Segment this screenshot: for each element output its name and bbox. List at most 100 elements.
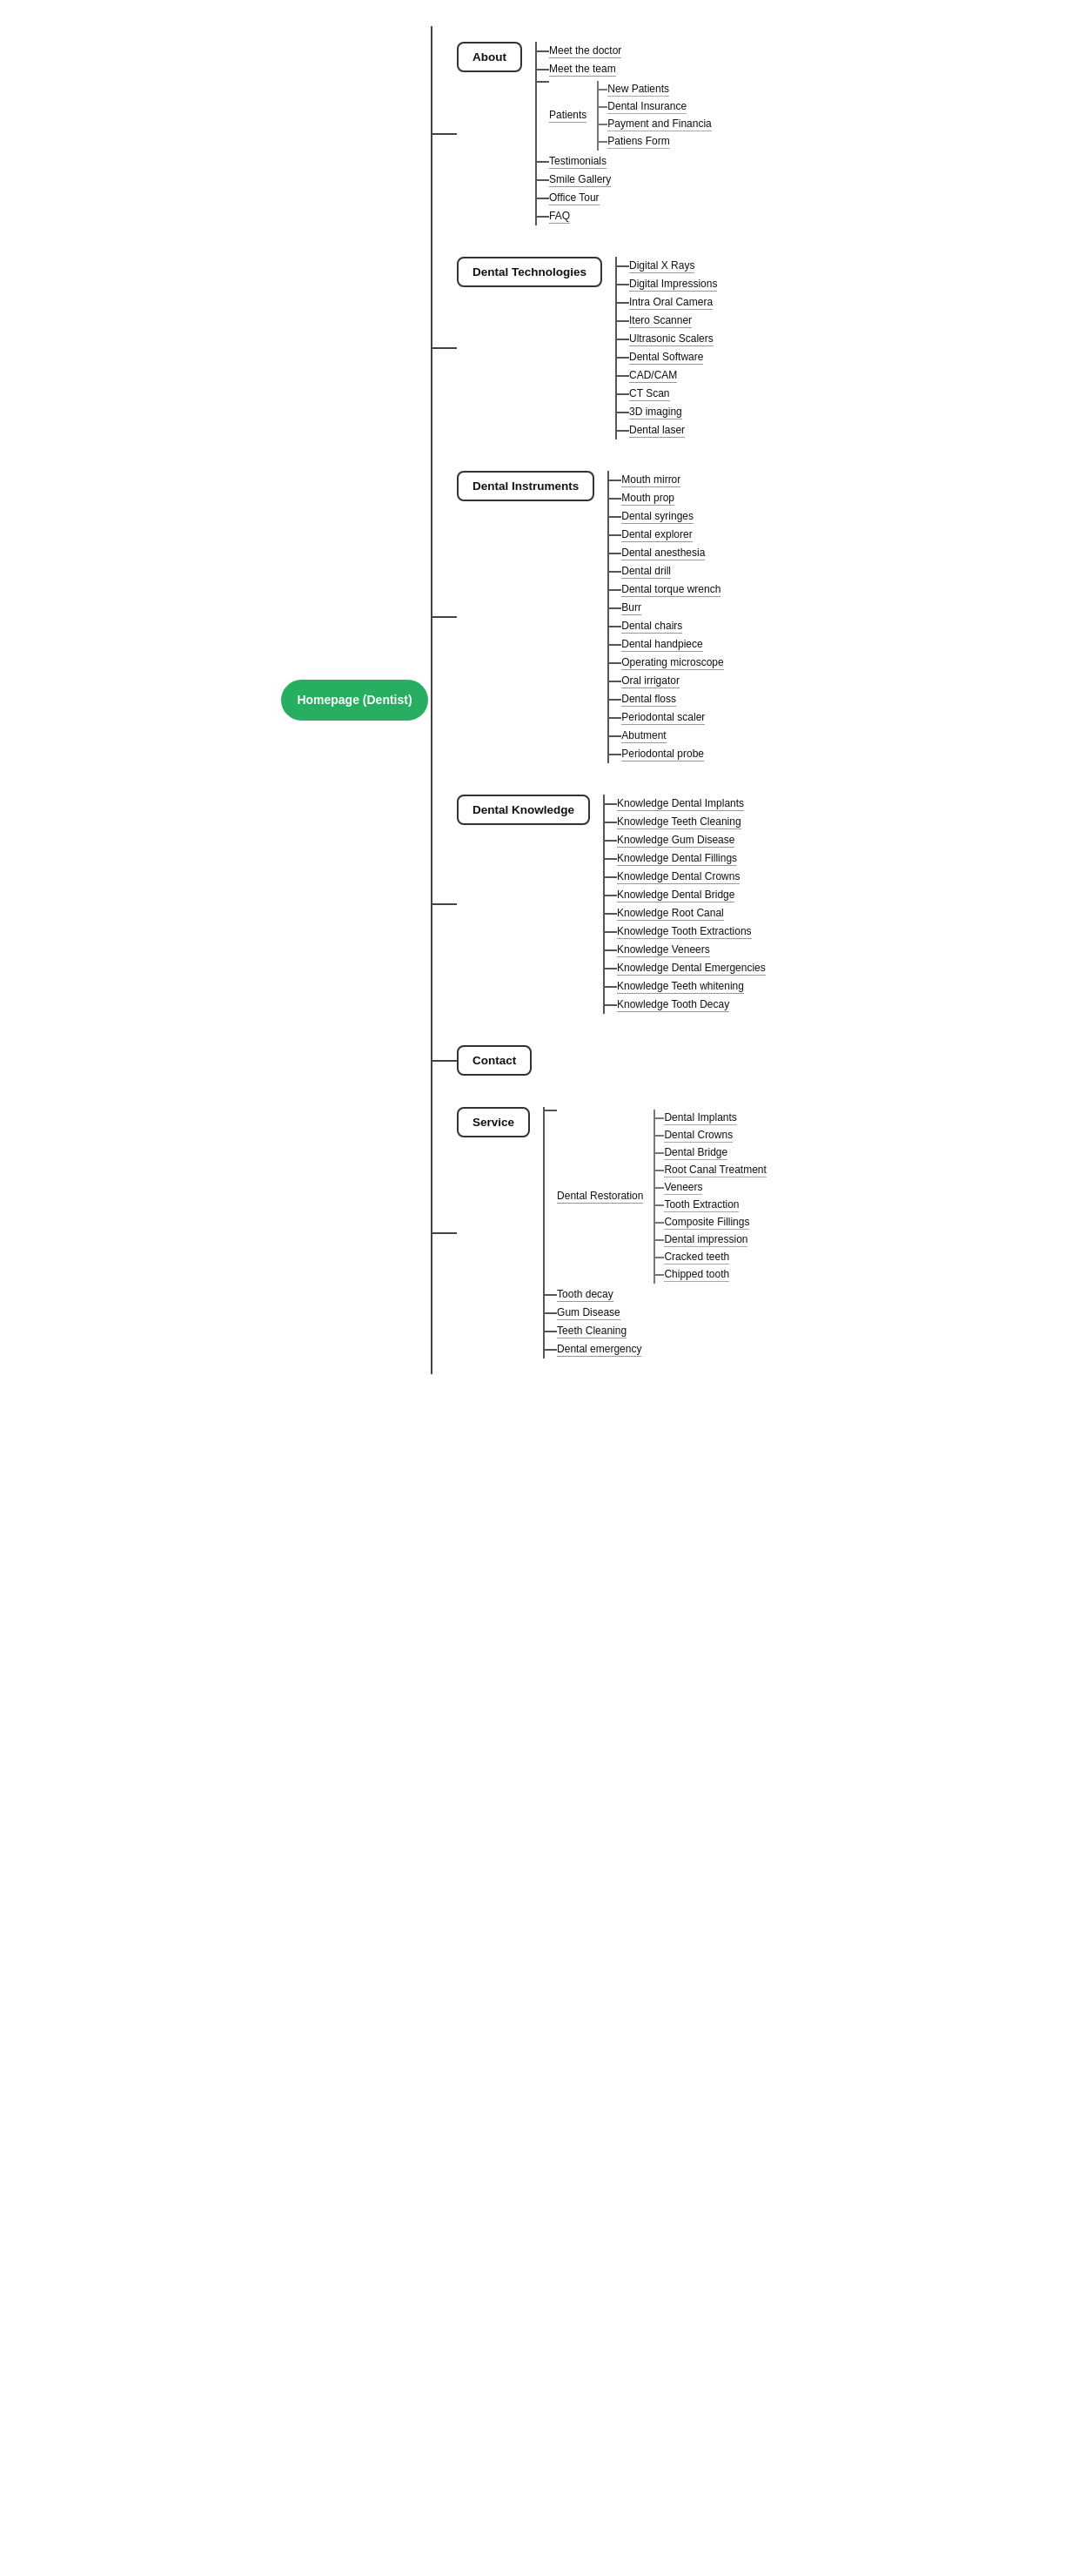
child-h-line	[607, 681, 621, 682]
child-label: Knowledge Dental Implants	[617, 797, 744, 811]
child-h-line	[615, 302, 629, 304]
child-h-line	[603, 986, 617, 988]
child-item: Tooth decay	[543, 1288, 767, 1302]
child-item: Dental laser	[615, 424, 717, 438]
child-item: Knowledge Dental Fillings	[603, 852, 766, 866]
children-v-bar	[603, 795, 605, 1014]
child-label: Knowledge Dental Fillings	[617, 852, 737, 866]
child-label: Operating microscope	[621, 656, 723, 670]
child-item: Dental chairs	[607, 620, 723, 634]
child-item: Knowledge Dental Emergencies	[603, 962, 766, 976]
section-box-dental-knowledge: Dental Knowledge	[457, 795, 590, 825]
children-v-bar	[615, 257, 617, 439]
child-label: Knowledge Tooth Extractions	[617, 925, 752, 939]
child-item: Mouth mirror	[607, 473, 723, 487]
child-h-line	[535, 81, 549, 83]
section-box-contact: Contact	[457, 1045, 532, 1076]
sub-child-label: Root Canal Treatment	[664, 1164, 766, 1177]
child-item: Dental Software	[615, 351, 717, 365]
child-label: Knowledge Dental Emergencies	[617, 962, 766, 976]
sub-section-row: PatientsNew PatientsDental InsurancePaym…	[535, 81, 712, 151]
section-h-connector	[431, 616, 457, 618]
child-item: Dental drill	[607, 565, 723, 579]
child-h-line	[603, 876, 617, 878]
child-label: Itero Scanner	[629, 314, 692, 328]
sub-child-label: Patiens Form	[607, 135, 669, 149]
sub-child-item: Dental Insurance	[597, 100, 711, 114]
child-h-line	[607, 571, 621, 573]
child-label: Dental floss	[621, 693, 676, 707]
child-label: Digital Impressions	[629, 278, 717, 292]
sub-child-label: Dental impression	[664, 1233, 747, 1247]
sub-child-label: New Patients	[607, 83, 669, 97]
child-label: FAQ	[549, 210, 570, 224]
child-item: Meet the team	[535, 63, 712, 77]
child-h-line	[607, 553, 621, 554]
child-item: Operating microscope	[607, 656, 723, 670]
root-column: Homepage (Dentist)	[278, 26, 431, 1374]
section-box-service: Service	[457, 1107, 530, 1137]
sub-child-label: Chipped tooth	[664, 1268, 729, 1282]
sub-child-item: Root Canal Treatment	[653, 1164, 766, 1177]
child-h-line	[535, 69, 549, 70]
child-h-line	[543, 1312, 557, 1314]
child-h-line	[615, 265, 629, 267]
child-item: Smile Gallery	[535, 173, 712, 187]
section-row-dental-instruments: Dental InstrumentsMouth mirrorMouth prop…	[457, 471, 801, 763]
child-item: Knowledge Teeth whitening	[603, 980, 766, 994]
child-item: 3D imaging	[615, 406, 717, 419]
child-label: Burr	[621, 601, 641, 615]
child-h-line	[543, 1110, 557, 1111]
child-item: Digital Impressions	[615, 278, 717, 292]
sub-children: New PatientsDental InsurancePayment and …	[597, 81, 711, 151]
sub-child-item: New Patients	[597, 83, 711, 97]
child-item: Burr	[607, 601, 723, 615]
child-item: Knowledge Tooth Extractions	[603, 925, 766, 939]
child-label: 3D imaging	[629, 406, 682, 419]
child-label: Meet the doctor	[549, 44, 621, 58]
child-h-line	[603, 895, 617, 896]
section-children-service: Dental RestorationDental ImplantsDental …	[543, 1107, 767, 1358]
sub-children: Dental ImplantsDental CrownsDental Bridg…	[653, 1110, 766, 1284]
child-item: Oral irrigator	[607, 674, 723, 688]
child-item: Knowledge Teeth Cleaning	[603, 815, 766, 829]
child-item: CAD/CAM	[615, 369, 717, 383]
section-row-contact: Contact	[457, 1045, 801, 1076]
child-item: Dental anesthesia	[607, 547, 723, 560]
sub-section-label: Patients	[549, 109, 586, 123]
child-label: Dental handpiece	[621, 638, 702, 652]
child-h-line	[535, 50, 549, 52]
child-h-line	[607, 480, 621, 481]
sub-child-label: Dental Bridge	[664, 1146, 727, 1160]
children-v-bar	[535, 42, 537, 225]
child-item: Meet the doctor	[535, 44, 712, 58]
sub-child-item: Veneers	[653, 1181, 766, 1195]
child-item: Knowledge Veneers	[603, 943, 766, 957]
section-row-dental-technologies: Dental TechnologiesDigital X RaysDigital…	[457, 257, 801, 439]
child-h-line	[535, 198, 549, 199]
sub-child-label: Tooth Extraction	[664, 1198, 739, 1212]
child-h-line	[607, 589, 621, 591]
child-label: Knowledge Tooth Decay	[617, 998, 729, 1012]
child-item: Ultrasonic Scalers	[615, 332, 717, 346]
child-h-line	[603, 840, 617, 842]
child-label: Office Tour	[549, 191, 600, 205]
section-h-connector	[431, 347, 457, 349]
child-h-line	[603, 913, 617, 915]
child-label: Digital X Rays	[629, 259, 694, 273]
child-h-line	[607, 626, 621, 627]
child-item: CT Scan	[615, 387, 717, 401]
child-label: Knowledge Veneers	[617, 943, 710, 957]
child-h-line	[603, 949, 617, 951]
child-h-line	[543, 1294, 557, 1296]
child-label: CT Scan	[629, 387, 669, 401]
child-label: Dental drill	[621, 565, 671, 579]
child-label: Knowledge Dental Bridge	[617, 889, 734, 902]
section-children-dental-technologies: Digital X RaysDigital ImpressionsIntra O…	[615, 257, 717, 439]
child-label: Meet the team	[549, 63, 616, 77]
child-h-line	[603, 822, 617, 823]
sub-child-item: Dental impression	[653, 1233, 766, 1247]
child-item: Knowledge Dental Crowns	[603, 870, 766, 884]
child-label: Knowledge Root Canal	[617, 907, 724, 921]
section-row-service: Service Dental RestorationDental Implants…	[457, 1107, 801, 1358]
